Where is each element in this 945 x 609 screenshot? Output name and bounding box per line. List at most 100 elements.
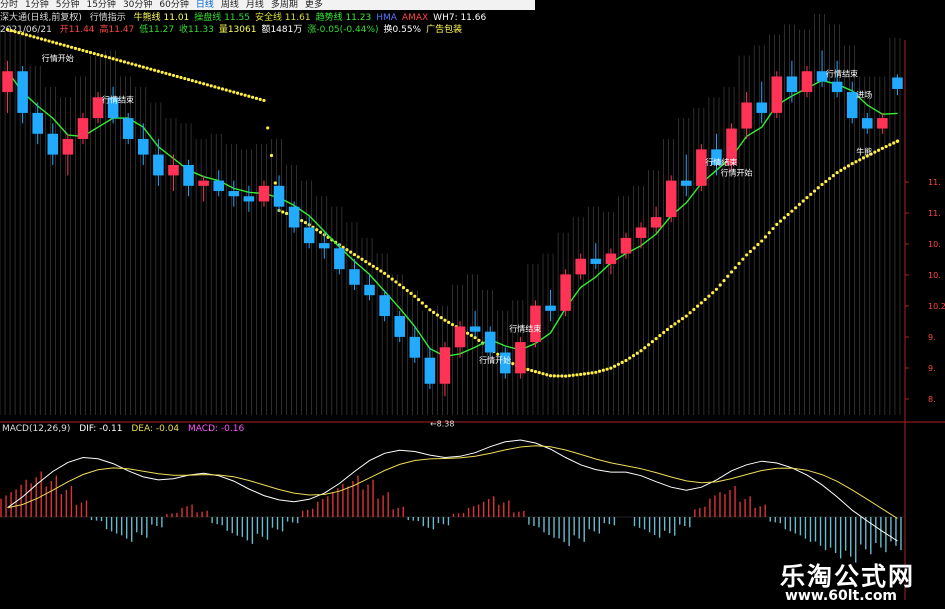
- bull-bear-dot: [62, 43, 66, 47]
- bull-bear-dot: [711, 291, 715, 295]
- bull-bear-dot: [420, 301, 424, 305]
- bull-bear-dot: [688, 311, 692, 315]
- candle-body: [515, 342, 526, 374]
- bull-bear-dot: [122, 60, 127, 64]
- candle-body: [379, 295, 390, 317]
- candle-body: [409, 336, 421, 358]
- bull-bear-dot: [669, 324, 673, 329]
- bull-bear-dot: [590, 371, 594, 375]
- bull-bear-dot: [126, 61, 130, 65]
- kline-chart[interactable]: 11.11.10.10.10.29.9.8.←8.38行情开始行情结束行情结束行…: [0, 0, 945, 609]
- bull-bear-dot: [364, 260, 368, 264]
- bull-bear-dot: [315, 228, 319, 232]
- bull-bear-dot: [673, 322, 677, 326]
- price-tick-6: 9.: [928, 364, 936, 373]
- bull-bear-dot: [107, 56, 111, 60]
- price-tick-2: 10.: [928, 240, 941, 249]
- bull-bear-dot: [168, 72, 172, 76]
- price-tick-1: 11.: [928, 209, 941, 218]
- bull-bear-dot: [696, 304, 700, 308]
- bull-bear-dot: [880, 146, 884, 150]
- bull-bear-dot: [537, 371, 541, 375]
- bull-bear-dot: [190, 79, 194, 83]
- bull-bear-dot: [703, 297, 707, 302]
- candle-body: [484, 331, 496, 353]
- bull-bear-dot: [654, 337, 658, 341]
- bull-bear-dot: [77, 47, 81, 51]
- candle-body: [288, 206, 300, 228]
- bull-bear-dot: [658, 333, 662, 338]
- bull-bear-dot: [643, 346, 647, 350]
- bull-bear-dot: [646, 343, 651, 347]
- bull-bear-dot: [179, 75, 183, 80]
- bull-bear-dot: [58, 42, 62, 46]
- bull-bear-dot: [545, 373, 549, 377]
- bull-bear-dot: [737, 261, 741, 266]
- bull-bear-dot: [650, 340, 654, 344]
- dea-value: DEA: -0.04: [131, 424, 180, 434]
- bull-bear-dot: [85, 49, 89, 54]
- signal-label-7: 进场: [856, 90, 872, 99]
- bull-bear-dot: [186, 77, 191, 82]
- candle-body: [560, 274, 571, 311]
- bull-bear-dot: [469, 333, 473, 337]
- signal-label-8: 牛熊: [856, 147, 872, 157]
- bull-bear-dot: [247, 94, 251, 98]
- bull-bear-dot: [526, 367, 530, 372]
- macd-name: MACD(12,26,9): [2, 424, 71, 434]
- watermark-url: www.60lt.com: [785, 588, 898, 604]
- candle-body: [349, 269, 360, 285]
- signal-label-6: 行情结束: [826, 68, 858, 78]
- bull-bear-dot: [748, 249, 752, 254]
- bull-bear-dot: [729, 270, 734, 274]
- bull-bear-dot: [54, 41, 59, 45]
- bull-bear-dot: [733, 266, 737, 270]
- bull-bear-dot: [398, 283, 402, 287]
- bull-bear-dot: [228, 89, 232, 93]
- bull-bear-dot: [571, 373, 575, 377]
- bull-bear-dot: [160, 70, 164, 74]
- bull-bear-dot: [718, 283, 722, 287]
- candle-body: [439, 347, 451, 384]
- bull-bear-dot: [439, 316, 443, 320]
- bull-bear-dot: [51, 40, 55, 44]
- signal-label-1: 行情结束: [102, 95, 134, 105]
- bull-bear-dot: [843, 166, 847, 170]
- candle-body: [394, 316, 405, 337]
- bull-bear-dot: [548, 374, 553, 378]
- bull-bear-dot: [631, 354, 636, 358]
- bull-bear-dot: [413, 294, 417, 298]
- bull-bear-dot: [707, 294, 711, 298]
- bull-bear-dot: [379, 269, 383, 273]
- bull-bear-dot: [383, 271, 387, 275]
- bull-bear-dot: [36, 36, 40, 40]
- candle-body: [32, 112, 43, 134]
- bull-bear-dot: [416, 298, 421, 302]
- bull-bear-dot: [861, 156, 866, 160]
- bull-bear-dot: [877, 148, 881, 152]
- bull-bear-dot: [530, 368, 534, 373]
- bull-bear-dot: [103, 55, 108, 59]
- bull-bear-dot: [266, 126, 270, 130]
- bull-bear-dot: [100, 54, 104, 58]
- bull-bear-dot: [745, 253, 749, 257]
- bull-bear-dot: [432, 310, 436, 314]
- bull-bear-dot: [892, 141, 896, 145]
- signal-label-4: 行情结束: [705, 157, 737, 167]
- bull-bear-dot: [401, 286, 406, 290]
- candle-body: [334, 248, 345, 270]
- bull-bear-dot: [141, 65, 145, 69]
- candle-body: [424, 357, 436, 384]
- candle-body: [862, 118, 873, 129]
- price-tick-5: 9.: [928, 333, 936, 342]
- bull-bear-dot: [443, 318, 447, 322]
- bull-bear-dot: [428, 308, 432, 312]
- bull-bear-dot: [209, 84, 213, 88]
- bull-bear-dot: [235, 91, 240, 95]
- candle-body: [228, 191, 240, 197]
- bull-bear-dot: [839, 168, 843, 172]
- candle-body: [545, 305, 556, 311]
- bull-bear-dot: [511, 362, 515, 366]
- bull-bear-dot: [760, 239, 764, 243]
- bull-bear-dot: [70, 45, 74, 49]
